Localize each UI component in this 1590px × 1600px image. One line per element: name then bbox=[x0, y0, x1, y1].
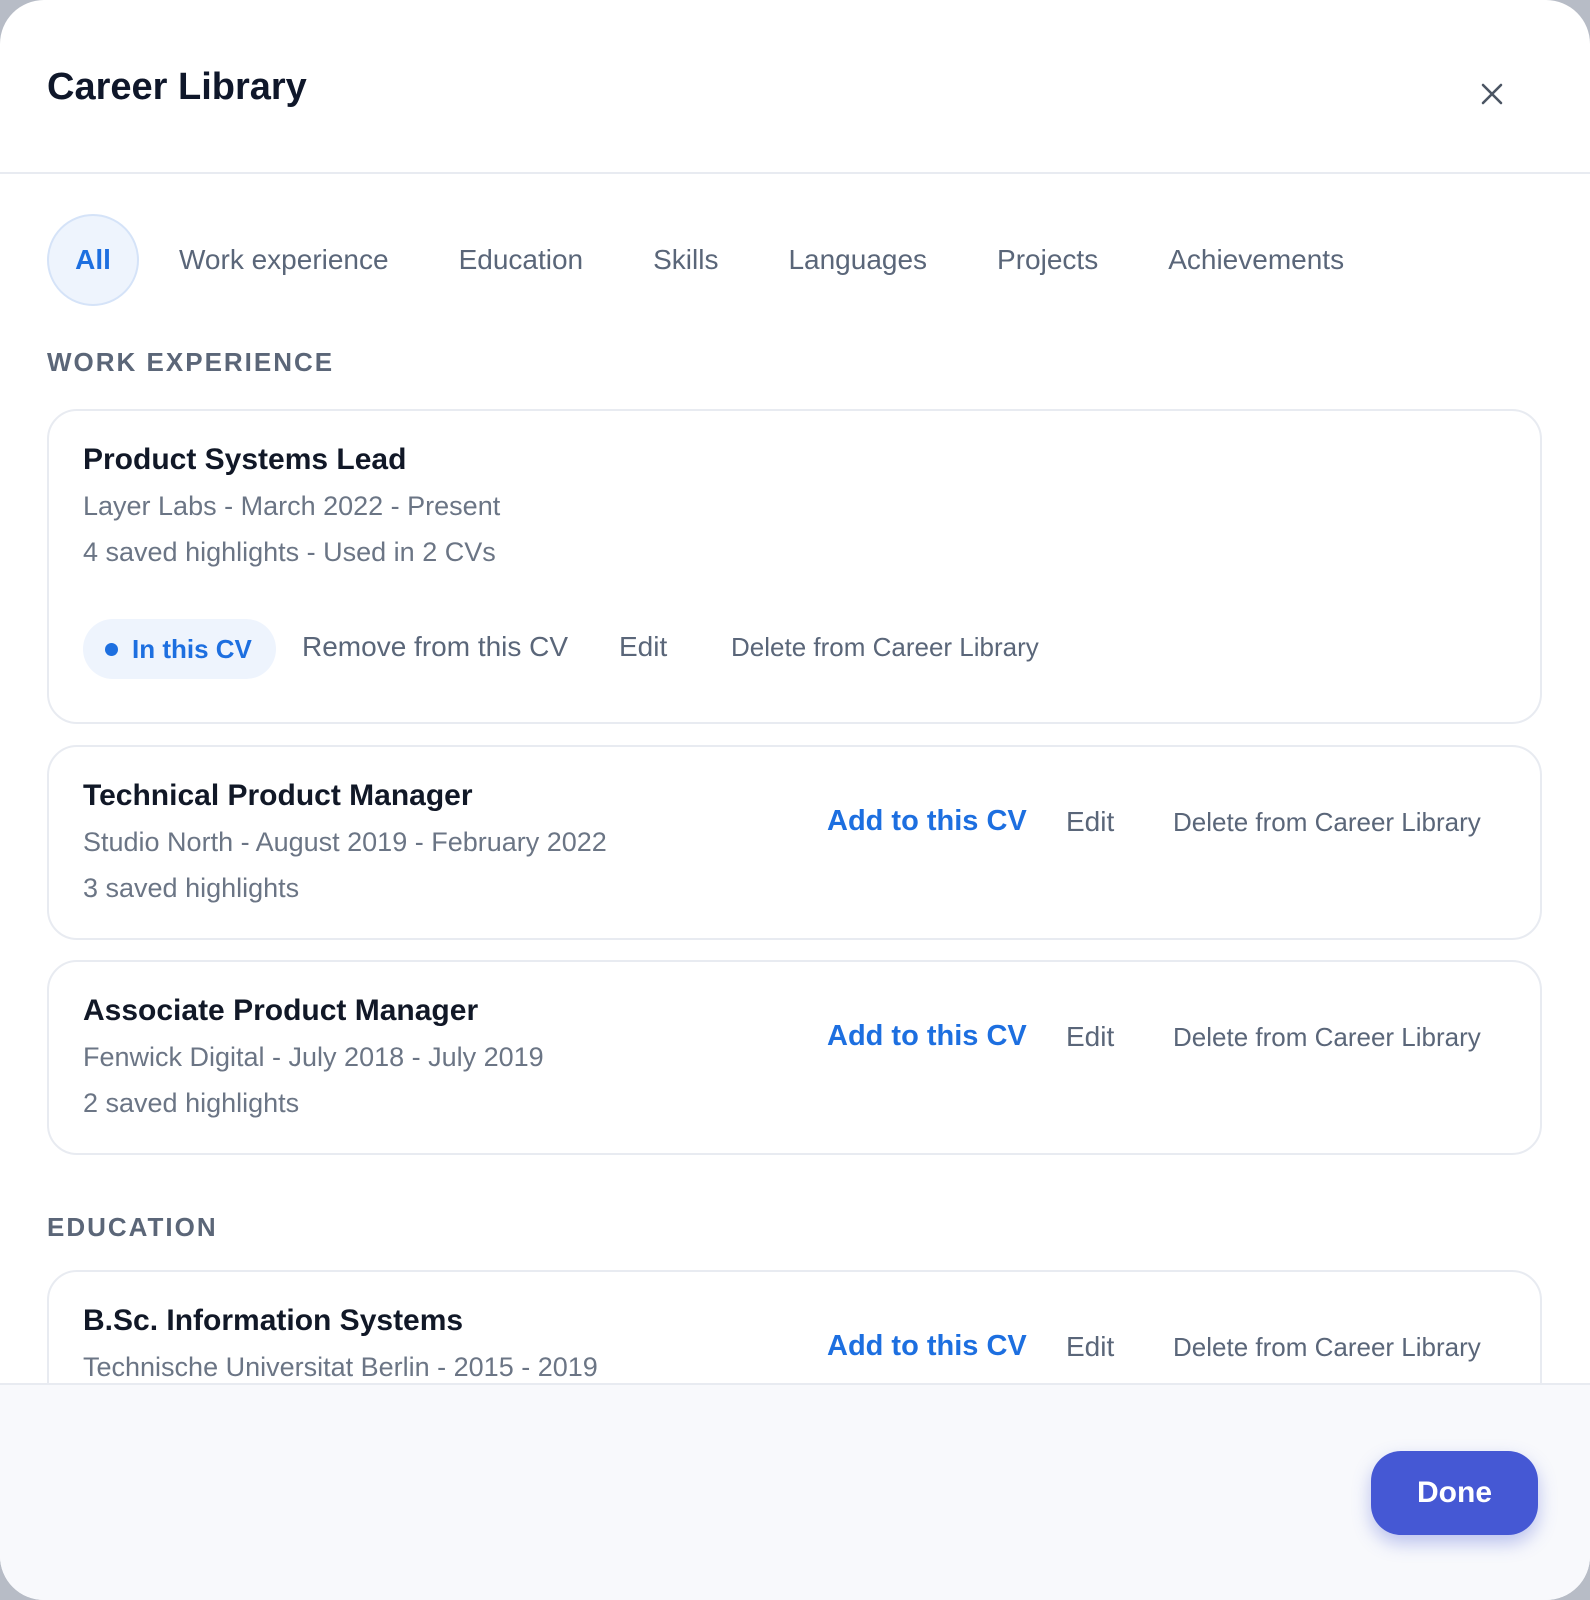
dialog-header: Career Library bbox=[0, 0, 1590, 174]
item-meta: 2 saved highlights bbox=[83, 1088, 300, 1118]
section-heading-education: EDUCATION bbox=[47, 1212, 218, 1242]
item-title: B.Sc. Information Systems bbox=[83, 1304, 464, 1337]
item-title: Product Systems Lead bbox=[83, 443, 407, 476]
library-scroll-area[interactable]: WORK EXPERIENCE Product Systems Lead Lay… bbox=[0, 176, 1590, 1383]
delete-button[interactable]: Delete from Career Library bbox=[1173, 1022, 1481, 1053]
item-subtitle: Layer Labs - March 2022 - Present bbox=[83, 491, 501, 521]
section-heading-work-experience: WORK EXPERIENCE bbox=[47, 347, 335, 377]
status-label: In this CV bbox=[132, 633, 252, 664]
delete-button[interactable]: Delete from Career Library bbox=[731, 632, 1039, 663]
career-library-dialog: Career Library All Work experience Educa… bbox=[0, 0, 1590, 1600]
status-dot-icon bbox=[105, 642, 118, 656]
delete-button[interactable]: Delete from Career Library bbox=[1173, 1332, 1481, 1363]
delete-button[interactable]: Delete from Career Library bbox=[1173, 807, 1481, 838]
work-item-card: Product Systems Lead Layer Labs - March … bbox=[47, 409, 1542, 724]
item-subtitle: Studio North - August 2019 - February 20… bbox=[83, 827, 607, 857]
edit-button[interactable]: Edit bbox=[1066, 1021, 1114, 1053]
add-to-cv-button[interactable]: Add to this CV bbox=[827, 805, 1027, 838]
item-subtitle: Technische Universitat Berlin - 2015 - 2… bbox=[83, 1352, 598, 1382]
item-subtitle: Fenwick Digital - July 2018 - July 2019 bbox=[83, 1042, 544, 1072]
edit-button[interactable]: Edit bbox=[619, 631, 667, 663]
done-button[interactable]: Done bbox=[1371, 1451, 1538, 1535]
work-item-card: Technical Product Manager Studio North -… bbox=[47, 745, 1542, 940]
close-button[interactable] bbox=[1470, 72, 1514, 116]
in-cv-status-badge: In this CV bbox=[83, 619, 276, 679]
add-to-cv-button[interactable]: Add to this CV bbox=[827, 1330, 1027, 1363]
item-title: Technical Product Manager bbox=[83, 779, 473, 812]
item-meta: 4 saved highlights - Used in 2 CVs bbox=[83, 537, 496, 567]
item-meta: 3 saved highlights bbox=[83, 873, 300, 903]
work-item-card: Associate Product Manager Fenwick Digita… bbox=[47, 960, 1542, 1155]
edit-button[interactable]: Edit bbox=[1066, 806, 1114, 838]
edit-button[interactable]: Edit bbox=[1066, 1331, 1114, 1363]
dialog-footer bbox=[0, 1383, 1590, 1600]
item-title: Associate Product Manager bbox=[83, 994, 479, 1027]
remove-from-cv-button[interactable]: Remove from this CV bbox=[302, 631, 568, 663]
dialog-title: Career Library bbox=[47, 66, 307, 108]
education-item-card: B.Sc. Information Systems Technische Uni… bbox=[47, 1270, 1542, 1383]
add-to-cv-button[interactable]: Add to this CV bbox=[827, 1020, 1027, 1053]
close-icon bbox=[1481, 83, 1503, 105]
